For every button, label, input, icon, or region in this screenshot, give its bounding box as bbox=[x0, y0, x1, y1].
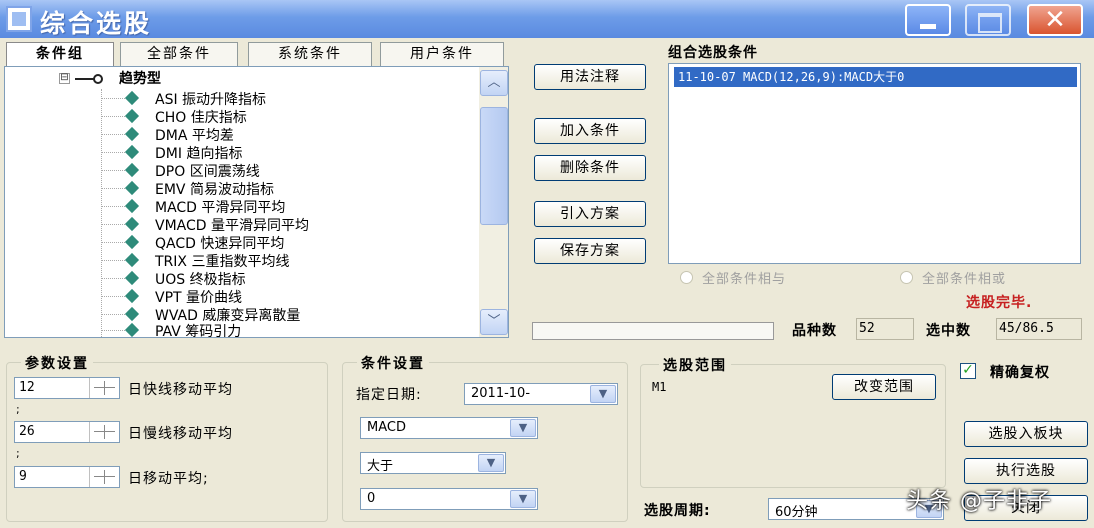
precise-rights-checkbox[interactable]: ✓ bbox=[960, 363, 976, 379]
indicator-icon bbox=[124, 144, 140, 160]
indicator-icon bbox=[124, 126, 140, 142]
dropdown-arrow-icon[interactable]: ▼ bbox=[510, 419, 536, 437]
param-2-label: 日慢线移动平均 bbox=[128, 426, 233, 442]
indicator-icon bbox=[124, 216, 140, 232]
scroll-up-icon[interactable]: ︿ bbox=[480, 70, 508, 96]
dropdown-arrow-icon[interactable]: ▼ bbox=[478, 454, 504, 472]
param-2-stepper[interactable]: 26 bbox=[14, 421, 120, 443]
separator: ; bbox=[16, 447, 20, 460]
close-window-button[interactable]: ✕ bbox=[1027, 4, 1083, 36]
add-to-block-button[interactable]: 选股入板块 bbox=[964, 421, 1088, 447]
value-select[interactable]: 0 ▼ bbox=[360, 488, 538, 510]
param-3-stepper[interactable]: 9 bbox=[14, 466, 120, 488]
combo-conditions-title: 组合选股条件 bbox=[668, 45, 758, 61]
radio-icon[interactable] bbox=[900, 271, 913, 284]
save-scheme-button[interactable]: 保存方案 bbox=[534, 238, 646, 264]
indicator-icon bbox=[124, 108, 140, 124]
indicator-icon bbox=[124, 162, 140, 178]
spin-arrows-icon[interactable] bbox=[89, 378, 119, 398]
execute-screening-button[interactable]: 执行选股 bbox=[964, 458, 1088, 484]
add-condition-button[interactable]: 加入条件 bbox=[534, 118, 646, 144]
tab-user-conditions[interactable]: 用户条件 bbox=[380, 42, 504, 66]
param-1-stepper[interactable]: 12 bbox=[14, 377, 120, 399]
indicator-icon bbox=[124, 198, 140, 214]
param-3-label: 日移动平均; bbox=[128, 471, 209, 487]
title-bar[interactable]: 综合选股 ✕ bbox=[0, 0, 1094, 38]
tab-condition-groups[interactable]: 条件组 bbox=[6, 42, 114, 66]
radio-icon[interactable] bbox=[680, 271, 693, 284]
indicator-icon bbox=[124, 180, 140, 196]
key-icon bbox=[75, 74, 103, 84]
spin-arrows-icon[interactable] bbox=[89, 422, 119, 442]
tree-node-label: 趋势型 bbox=[119, 71, 161, 87]
group-title: 参数设置 bbox=[21, 353, 93, 373]
indicator-icon bbox=[124, 234, 140, 250]
group-title: 选股范围 bbox=[659, 355, 731, 375]
delete-condition-button[interactable]: 删除条件 bbox=[534, 155, 646, 181]
param-1-label: 日快线移动平均 bbox=[128, 382, 233, 398]
indicator-icon bbox=[124, 306, 140, 322]
indicator-icon bbox=[124, 270, 140, 286]
date-picker[interactable]: 2011-10- ▼ bbox=[464, 383, 618, 405]
indicator-icon bbox=[124, 288, 140, 304]
window-title: 综合选股 bbox=[40, 9, 153, 38]
progress-bar bbox=[532, 322, 774, 340]
watermark: 头条 @子非子 bbox=[906, 489, 1052, 514]
precise-rights-label: 精确复权 bbox=[990, 365, 1050, 381]
dropdown-arrow-icon[interactable]: ▼ bbox=[590, 385, 616, 403]
combo-conditions-list[interactable]: 11-10-07 MACD(12,26,9):MACD大于0 bbox=[668, 63, 1081, 264]
indicator-tree[interactable]: ⊟ 趋势型 ASI 振动升降指标 CHO 佳庆指标 DMA 平均差 DMI 趋向… bbox=[4, 66, 509, 338]
stock-screener-window: 综合选股 ✕ 条件组 全部条件 系统条件 用户条件 ⊟ 趋势型 ASI 振动升降… bbox=[0, 0, 1094, 528]
list-item[interactable]: 11-10-07 MACD(12,26,9):MACD大于0 bbox=[674, 67, 1077, 87]
usage-notes-button[interactable]: 用法注释 bbox=[534, 64, 646, 90]
change-range-button[interactable]: 改变范围 bbox=[832, 374, 936, 400]
period-label: 选股周期: bbox=[644, 503, 711, 519]
collapse-icon[interactable]: ⊟ bbox=[59, 73, 70, 84]
range-value: M1 bbox=[652, 380, 667, 394]
tab-system-conditions[interactable]: 系统条件 bbox=[248, 42, 372, 66]
tree-guide-line bbox=[101, 89, 102, 337]
minimize-button[interactable] bbox=[905, 4, 951, 36]
count-value: 52 bbox=[856, 318, 914, 340]
scroll-down-icon[interactable]: ﹀ bbox=[480, 309, 508, 335]
count-label: 品种数 bbox=[792, 323, 837, 339]
close-icon: ✕ bbox=[1044, 5, 1066, 35]
group-title: 条件设置 bbox=[357, 353, 429, 373]
dropdown-arrow-icon[interactable]: ▼ bbox=[510, 490, 536, 508]
selected-label: 选中数 bbox=[926, 323, 971, 339]
indicator-icon bbox=[124, 90, 140, 106]
date-label: 指定日期: bbox=[356, 387, 422, 403]
indicator-icon bbox=[124, 322, 140, 337]
tab-all-conditions[interactable]: 全部条件 bbox=[120, 42, 238, 66]
maximize-button[interactable] bbox=[965, 4, 1011, 36]
app-icon bbox=[6, 6, 32, 32]
status-message: 选股完毕. bbox=[966, 295, 1033, 311]
spin-arrows-icon[interactable] bbox=[89, 467, 119, 487]
scroll-thumb[interactable] bbox=[480, 107, 508, 225]
tree-scrollbar[interactable]: ︿ ﹀ bbox=[479, 67, 508, 337]
indicator-icon bbox=[124, 252, 140, 268]
selected-value: 45/86.5 bbox=[996, 318, 1082, 340]
import-scheme-button[interactable]: 引入方案 bbox=[534, 201, 646, 227]
indicator-select[interactable]: MACD ▼ bbox=[360, 417, 538, 439]
operator-select[interactable]: 大于 ▼ bbox=[360, 452, 506, 474]
separator: ; bbox=[16, 403, 20, 416]
